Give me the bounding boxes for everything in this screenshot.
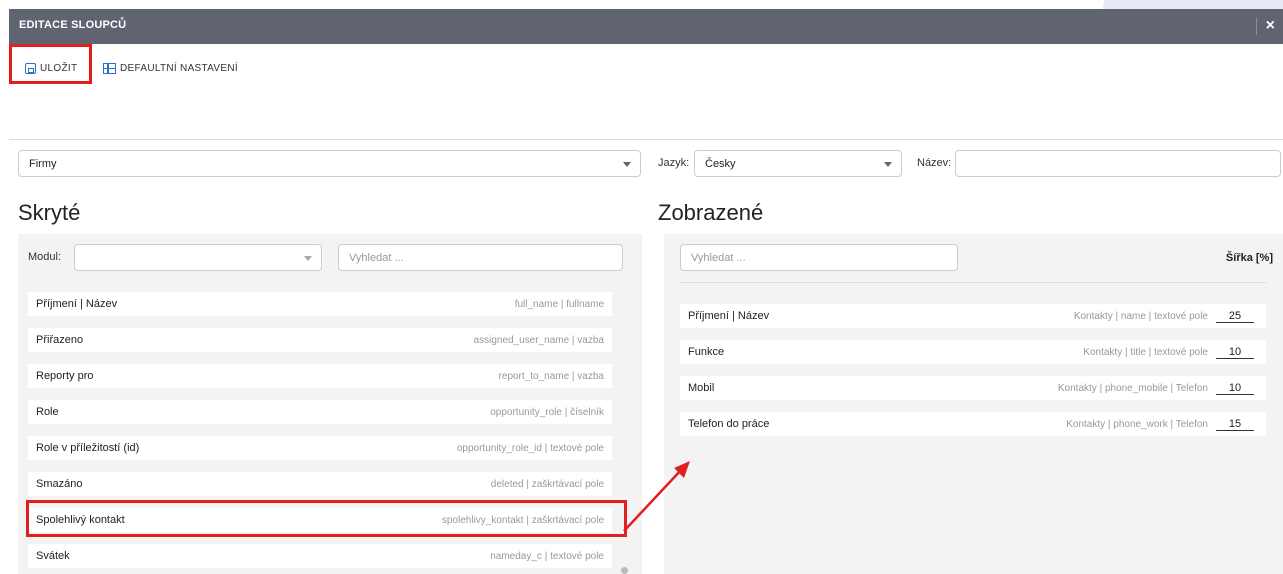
- hidden-search-input[interactable]: Vyhledat ...: [338, 244, 623, 271]
- shown-row[interactable]: Telefon do práce Kontakty | phone_work | …: [680, 412, 1266, 436]
- language-label: Jazyk:: [658, 157, 690, 169]
- columns-icon: [103, 62, 116, 74]
- scrollbar-thumb[interactable]: [621, 567, 628, 574]
- hidden-row[interactable]: Svátek nameday_c | textové pole: [28, 544, 612, 568]
- chevron-down-icon: [304, 256, 312, 261]
- hidden-row[interactable]: Role v příležitostí (id) opportunity_role…: [28, 436, 612, 460]
- save-icon: [25, 62, 36, 74]
- drag-arrow-annotation: [623, 461, 690, 532]
- toolbar: ULOŽIT DEFAULTNÍ NASTAVENÍ: [9, 44, 1283, 140]
- shown-search-input[interactable]: Vyhledat ...: [680, 244, 958, 271]
- selected-row-highlight: [26, 500, 627, 537]
- titlebar-separator: [1256, 18, 1257, 35]
- width-input[interactable]: 10: [1216, 346, 1254, 359]
- language-select-value: Česky: [705, 157, 736, 170]
- width-header: Šířka [%]: [1225, 252, 1273, 264]
- hidden-columns-panel: Modul: Vyhledat ... Příjmení | Název full…: [18, 234, 642, 574]
- width-input[interactable]: 25: [1216, 310, 1254, 323]
- shown-heading: Zobrazené: [658, 200, 764, 225]
- language-select[interactable]: Česky: [694, 150, 902, 177]
- default-settings-button[interactable]: DEFAULTNÍ NASTAVENÍ: [103, 60, 238, 76]
- hidden-module-label: Modul:: [28, 251, 62, 263]
- shown-columns-panel: Vyhledat ... Šířka [%] Příjmení | Název K…: [664, 234, 1283, 574]
- dialog-titlebar: EDITACE SLOUPCŮ ×: [9, 9, 1283, 44]
- hidden-row[interactable]: Role opportunity_role | číselník: [28, 400, 612, 424]
- hidden-row[interactable]: Příjmení | Název full_name | fullname: [28, 292, 612, 316]
- hidden-row[interactable]: Přiřazeno assigned_user_name | vazba: [28, 328, 612, 352]
- dialog-title: EDITACE SLOUPCŮ: [19, 19, 127, 31]
- hidden-module-select[interactable]: [74, 244, 322, 271]
- shown-row[interactable]: Příjmení | Název Kontakty | name | textov…: [680, 304, 1266, 328]
- module-select[interactable]: Firmy: [18, 150, 641, 177]
- width-input[interactable]: 10: [1216, 382, 1254, 395]
- shown-row[interactable]: Funkce Kontakty | title | textové pole 10: [680, 340, 1266, 364]
- name-label: Název:: [917, 157, 952, 169]
- chevron-down-icon: [623, 162, 631, 167]
- close-icon[interactable]: ×: [1266, 16, 1275, 36]
- default-settings-label: DEFAULTNÍ NASTAVENÍ: [120, 62, 238, 74]
- save-button[interactable]: ULOŽIT: [25, 60, 77, 76]
- hidden-row[interactable]: Smazáno deleted | zaškrtávací pole: [28, 472, 612, 496]
- divider: [680, 282, 1266, 283]
- chevron-down-icon: [884, 162, 892, 167]
- hidden-row[interactable]: Reporty pro report_to_name | vazba: [28, 364, 612, 388]
- name-input[interactable]: [955, 150, 1281, 177]
- hidden-heading: Skryté: [18, 200, 81, 225]
- shown-row[interactable]: Mobil Kontakty | phone_mobile | Telefon 10: [680, 376, 1266, 400]
- save-button-label: ULOŽIT: [40, 62, 78, 74]
- module-select-value: Firmy: [29, 157, 57, 170]
- width-input[interactable]: 15: [1216, 418, 1254, 431]
